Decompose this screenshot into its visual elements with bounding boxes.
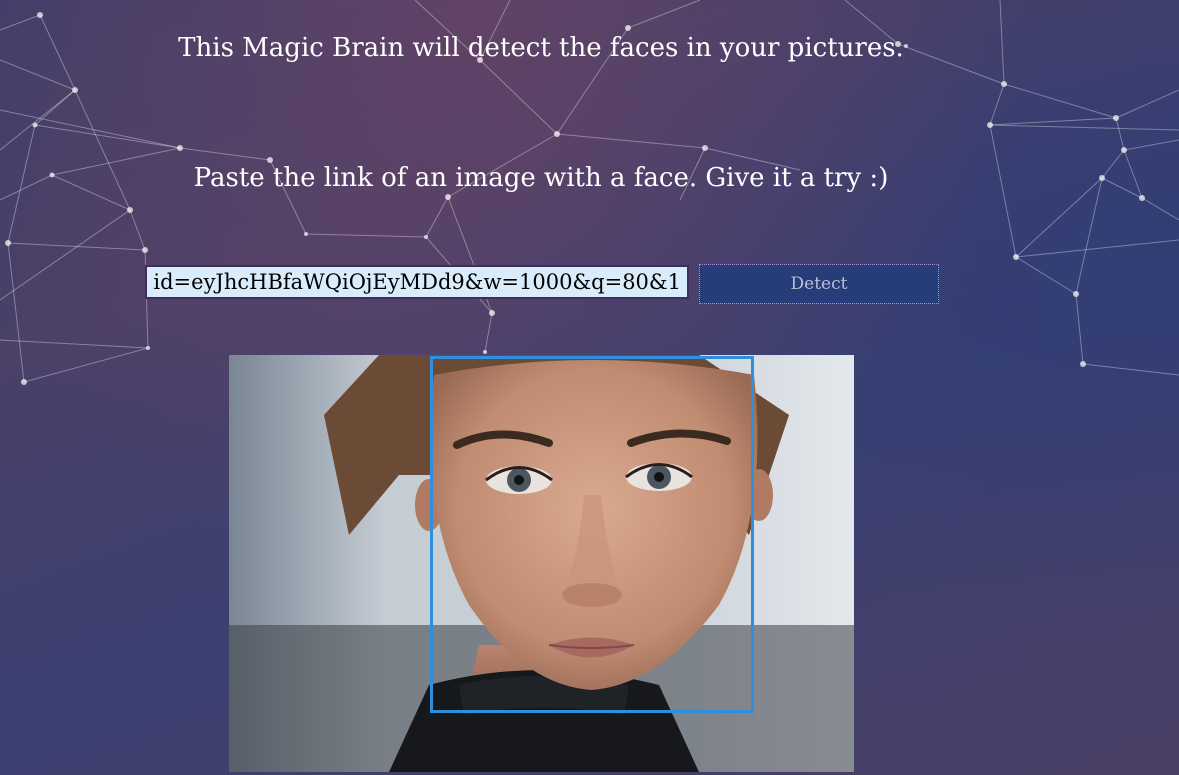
image-url-form: Detect [145,264,939,304]
intro-text: This Magic Brain will detect the faces i… [178,33,904,63]
face-image [229,355,854,772]
face-bounding-box [430,356,754,713]
instruction-text: Paste the link of an image with a face. … [193,163,889,193]
image-url-input[interactable] [145,265,689,299]
detect-button[interactable]: Detect [699,264,939,304]
